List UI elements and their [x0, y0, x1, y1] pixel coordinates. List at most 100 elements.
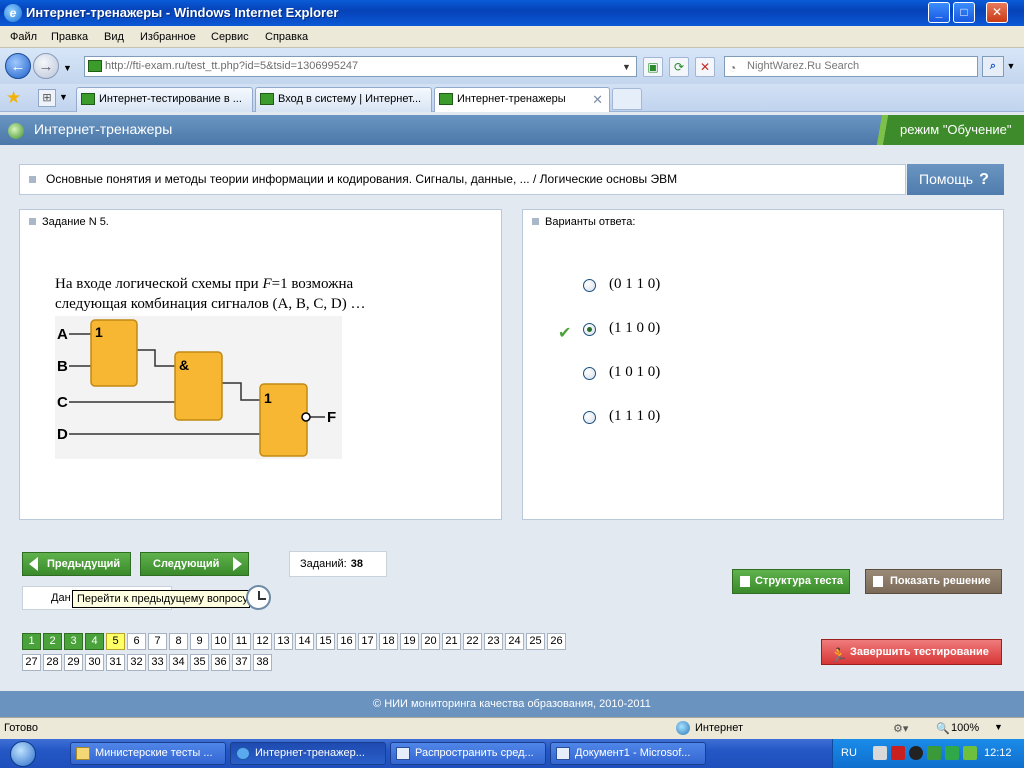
question-number-33[interactable]: 33 — [148, 654, 167, 671]
question-number-34[interactable]: 34 — [169, 654, 188, 671]
previous-button[interactable]: Предыдущий — [22, 552, 131, 576]
question-number-22[interactable]: 22 — [463, 633, 482, 650]
tab-trainers[interactable]: Интернет-тренажеры ✕ — [434, 87, 610, 113]
answer-option-1[interactable]: (0 1 1 0) — [583, 276, 883, 296]
question-number-28[interactable]: 28 — [43, 654, 62, 671]
answer-option-2[interactable]: (1 1 0 0) — [583, 320, 883, 340]
question-number-11[interactable]: 11 — [232, 633, 251, 650]
question-number-7[interactable]: 7 — [148, 633, 167, 650]
menu-tools[interactable]: Сервис — [211, 31, 249, 43]
address-dropdown-icon[interactable]: ▼ — [622, 58, 634, 77]
back-button[interactable]: ← — [5, 53, 31, 79]
question-number-27[interactable]: 27 — [22, 654, 41, 671]
new-tab-button[interactable] — [612, 88, 642, 110]
question-number-23[interactable]: 23 — [484, 633, 503, 650]
taskbar-item-word-2[interactable]: Документ1 - Microsof... — [550, 742, 706, 765]
tray-sync-icon[interactable] — [963, 746, 977, 760]
tab-login[interactable]: Вход в систему | Интернет... — [255, 87, 432, 112]
question-number-10[interactable]: 10 — [211, 633, 230, 650]
tab-close-icon[interactable]: ✕ — [592, 88, 603, 111]
history-dropdown-icon[interactable]: ▼ — [63, 63, 72, 73]
breadcrumb-text: Основные понятия и методы теории информа… — [46, 172, 678, 186]
bullet-square-icon — [532, 218, 539, 225]
question-number-2[interactable]: 2 — [43, 633, 62, 650]
test-structure-button[interactable]: Структура теста — [732, 569, 850, 594]
tray-app-icon[interactable] — [873, 746, 887, 760]
question-number-21[interactable]: 21 — [442, 633, 461, 650]
question-number-38[interactable]: 38 — [253, 654, 272, 671]
search-go-button[interactable]: ⌕ — [982, 56, 1004, 77]
finish-test-button[interactable]: 🏃 Завершить тестирование — [821, 639, 1002, 665]
antivirus-icon[interactable] — [891, 746, 905, 760]
close-button[interactable]: ✕ — [986, 2, 1008, 23]
question-number-8[interactable]: 8 — [169, 633, 188, 650]
answer-option-3[interactable]: (1 0 1 0) — [583, 364, 883, 384]
site-title: Интернет-тренажеры — [34, 121, 173, 137]
question-number-30[interactable]: 30 — [85, 654, 104, 671]
favorites-star-icon[interactable]: ★ — [6, 88, 21, 108]
menu-edit[interactable]: Правка — [51, 31, 88, 43]
question-number-31[interactable]: 31 — [106, 654, 125, 671]
question-number-24[interactable]: 24 — [505, 633, 524, 650]
answer-radio[interactable] — [583, 279, 596, 292]
forward-button[interactable]: → — [33, 53, 59, 79]
question-number-3[interactable]: 3 — [64, 633, 83, 650]
question-number-14[interactable]: 14 — [295, 633, 314, 650]
stop-icon[interactable]: ✕ — [695, 57, 715, 77]
question-number-1[interactable]: 1 — [22, 633, 41, 650]
question-number-37[interactable]: 37 — [232, 654, 251, 671]
question-number-17[interactable]: 17 — [358, 633, 377, 650]
test-structure-label: Структура теста — [755, 575, 844, 587]
tab-list-dropdown-icon[interactable]: ▼ — [59, 92, 68, 102]
zoom-dropdown-icon[interactable]: ▼ — [994, 722, 1003, 732]
tray-network-icon[interactable] — [945, 746, 959, 760]
question-number-25[interactable]: 25 — [526, 633, 545, 650]
menu-favorites[interactable]: Избранное — [140, 31, 196, 43]
language-indicator[interactable]: RU — [841, 747, 857, 759]
answer-radio-selected[interactable] — [583, 323, 596, 336]
question-number-29[interactable]: 29 — [64, 654, 83, 671]
tab-testing[interactable]: Интернет-тестирование в ... — [76, 87, 253, 112]
address-input[interactable]: http://fti-exam.ru/test_tt.php?id=5&tsid… — [84, 56, 637, 77]
question-number-5[interactable]: 5 — [106, 633, 125, 650]
question-number-15[interactable]: 15 — [316, 633, 335, 650]
search-input[interactable]: ◔ NightWarez.Ru Search — [724, 56, 978, 77]
question-number-16[interactable]: 16 — [337, 633, 356, 650]
zoom-level[interactable]: 100% — [951, 722, 979, 734]
question-number-36[interactable]: 36 — [211, 654, 230, 671]
question-number-18[interactable]: 18 — [379, 633, 398, 650]
question-number-35[interactable]: 35 — [190, 654, 209, 671]
quick-tabs-icon[interactable]: ⊞ — [38, 89, 56, 107]
tray-update-icon[interactable] — [927, 746, 941, 760]
show-solution-button[interactable]: Показать решение — [865, 569, 1002, 594]
question-number-12[interactable]: 12 — [253, 633, 272, 650]
question-number-19[interactable]: 19 — [400, 633, 419, 650]
question-number-4[interactable]: 4 — [85, 633, 104, 650]
question-number-13[interactable]: 13 — [274, 633, 293, 650]
help-button[interactable]: Помощь ? — [907, 164, 1004, 195]
question-number-32[interactable]: 32 — [127, 654, 146, 671]
tray-security-icon[interactable] — [909, 746, 923, 760]
start-button[interactable] — [0, 739, 58, 768]
question-number-6[interactable]: 6 — [127, 633, 146, 650]
answer-radio[interactable] — [583, 367, 596, 380]
question-number-9[interactable]: 9 — [190, 633, 209, 650]
maximize-button[interactable]: □ — [953, 2, 975, 23]
taskbar-item-word-1[interactable]: Распространить сред... — [390, 742, 546, 765]
minimize-button[interactable]: _ — [928, 2, 950, 23]
refresh-icon[interactable]: ⟳ — [669, 57, 689, 77]
answer-option-4[interactable]: (1 1 1 0) — [583, 408, 883, 428]
protected-mode-icon[interactable]: ⚙▾ — [893, 722, 908, 735]
taskbar-item-ie[interactable]: Интернет-тренажер... — [230, 742, 386, 765]
search-options-dropdown-icon[interactable]: ▼ — [1005, 56, 1017, 77]
taskbar-item-folder[interactable]: Министерские тесты ... — [70, 742, 226, 765]
menu-view[interactable]: Вид — [104, 31, 124, 43]
compatibility-icon[interactable]: ▣ — [643, 57, 663, 77]
menu-help[interactable]: Справка — [265, 31, 308, 43]
next-button[interactable]: Следующий — [140, 552, 249, 576]
answer-radio[interactable] — [583, 411, 596, 424]
question-number-26[interactable]: 26 — [547, 633, 566, 650]
answer-label: (1 1 1 0) — [609, 408, 661, 424]
question-number-20[interactable]: 20 — [421, 633, 440, 650]
menu-file[interactable]: Файл — [10, 31, 37, 43]
